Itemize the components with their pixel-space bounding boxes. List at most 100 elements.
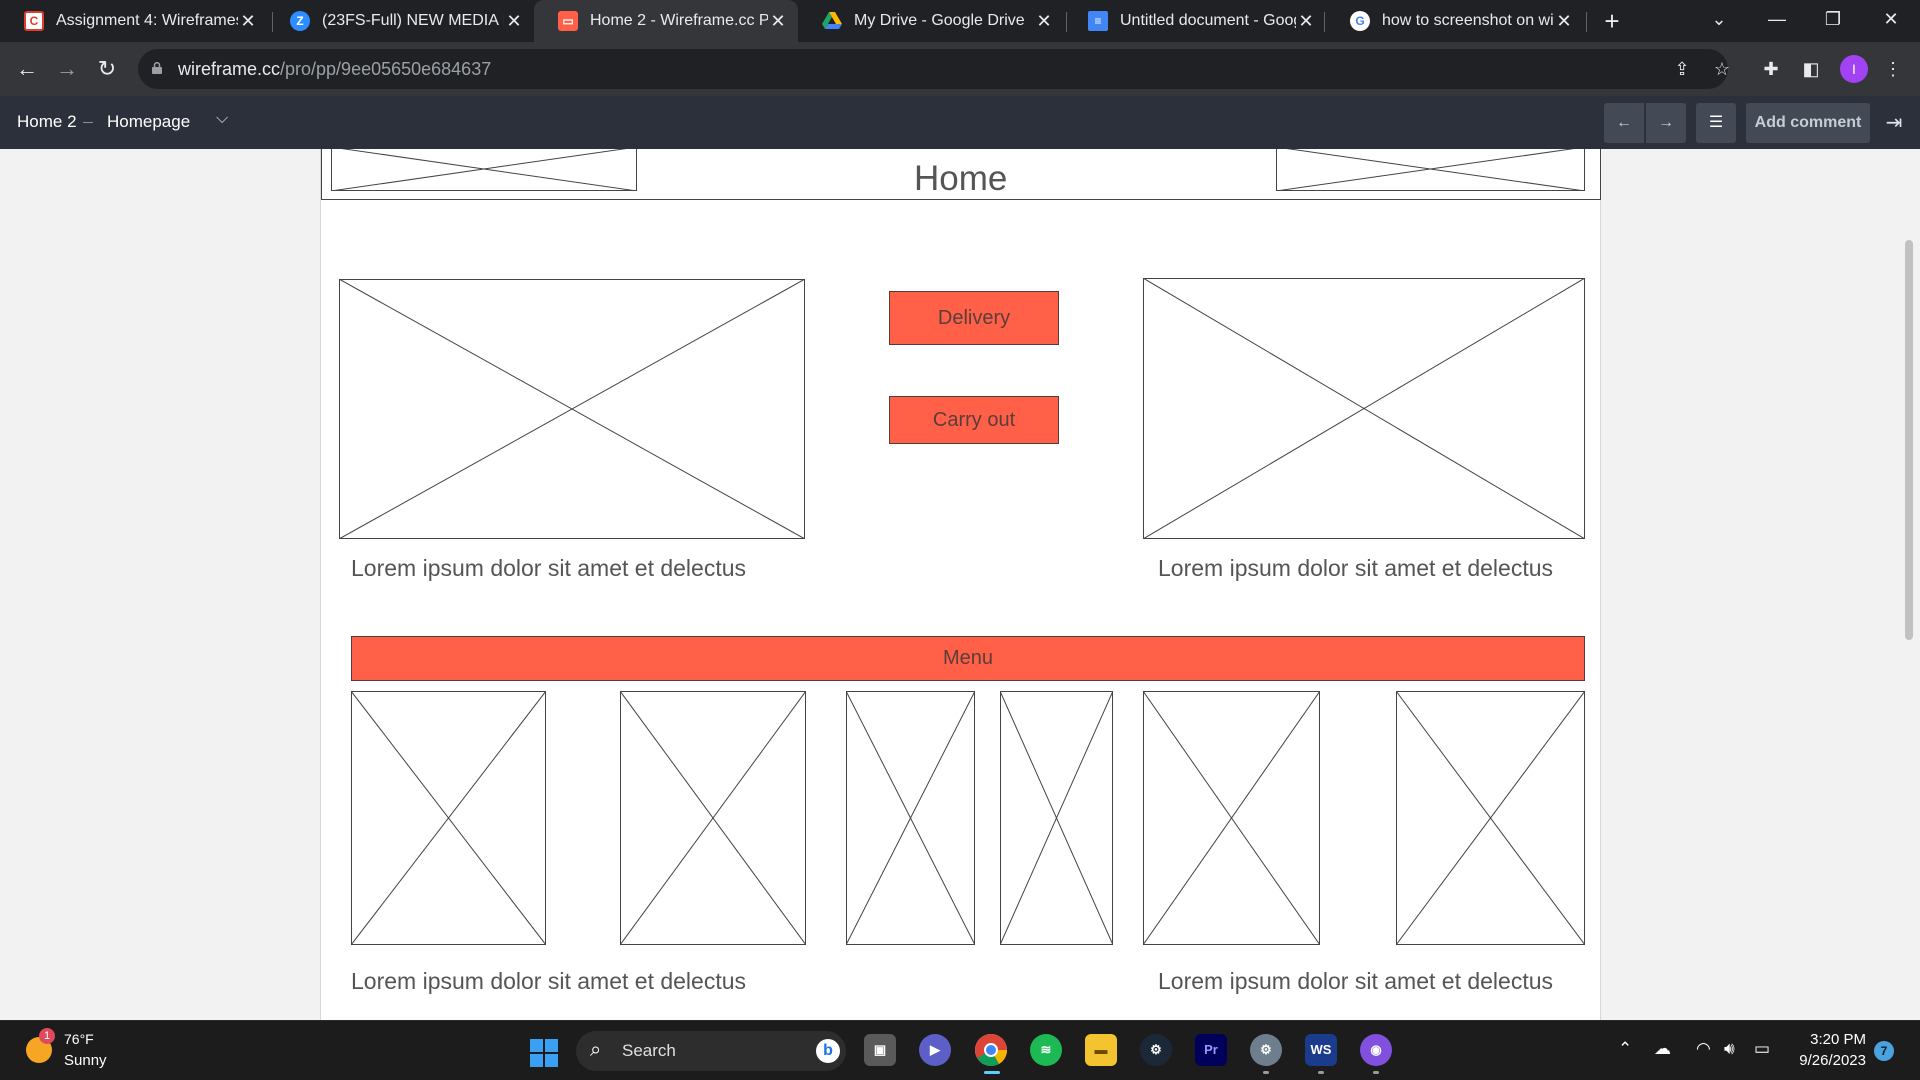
tab-new-media[interactable]: Z (23FS-Full) NEW MEDIA I (0 ✕ <box>266 0 534 42</box>
share-icon[interactable]: ⇪ <box>1670 57 1694 81</box>
tab-divider <box>1586 12 1587 32</box>
clock-date[interactable]: 9/26/2023 <box>1786 1052 1866 1069</box>
previous-page-button[interactable]: ← <box>1604 103 1644 143</box>
running-app-indicator <box>1318 1071 1324 1074</box>
chevron-down-icon[interactable]: ⌵ <box>216 110 228 128</box>
bing-icon[interactable]: b <box>816 1039 840 1063</box>
menu-item-image-placeholder <box>620 691 806 945</box>
wireframe-canvas: Home Delivery Carry out Lorem ipsum dolo… <box>0 149 1920 1020</box>
wireframe-preview-header: Home 2 Homepage ⌵ ← → ☰ Add comment ⇥ <box>0 96 1920 149</box>
close-icon[interactable]: ✕ <box>768 11 788 32</box>
caption-text: Lorem ipsum dolor sit amet et delectus <box>1158 968 1554 994</box>
url-domain: wireframe.cc <box>178 59 281 79</box>
running-app-indicator <box>1373 1071 1379 1074</box>
tab-title: (23FS-Full) NEW MEDIA I (0 <box>322 12 504 29</box>
menu-bar[interactable]: Menu <box>351 636 1585 681</box>
bookmark-star-icon[interactable]: ☆ <box>1710 57 1734 81</box>
tab-search-chevron-icon[interactable]: ⌄ <box>1694 0 1744 42</box>
tab-title: Untitled document - Googl <box>1120 12 1296 29</box>
battery-icon[interactable]: ▭ <box>1754 1039 1770 1059</box>
menu-item-image-placeholder <box>1000 691 1113 945</box>
close-icon[interactable]: ✕ <box>1296 11 1316 32</box>
google-g-icon: G <box>1350 11 1370 31</box>
address-bar[interactable]: wireframe.cc/pro/pp/9ee05650e684637 ⇪ ☆ <box>138 49 1730 89</box>
reload-button[interactable]: ↻ <box>92 54 122 84</box>
side-panel-icon[interactable]: ◧ <box>1798 56 1824 82</box>
page-title: Home <box>914 159 1008 198</box>
search-placeholder: Search <box>622 1041 676 1060</box>
close-window-button[interactable]: ✕ <box>1866 0 1916 42</box>
url-path: /pro/pp/9ee05650e684637 <box>280 59 492 79</box>
menu-item-image-placeholder <box>846 691 975 945</box>
google-docs-icon: ≡ <box>1088 11 1108 31</box>
tab-title: Assignment 4: Wireframes - <box>56 12 238 29</box>
page-name[interactable]: Homepage <box>107 112 190 132</box>
project-name[interactable]: Home 2 <box>17 112 77 132</box>
add-comment-button[interactable]: Add comment <box>1746 103 1870 143</box>
wifi-icon[interactable]: ◠ <box>1696 1039 1711 1059</box>
browser-tab-strip: C Assignment 4: Wireframes - ✕ Z (23FS-F… <box>0 0 1920 42</box>
header-right-image-placeholder <box>1276 149 1585 191</box>
more-menu-icon[interactable]: ⋮ <box>1880 56 1906 82</box>
teams-chat-icon[interactable]: ▶ <box>919 1034 951 1066</box>
breadcrumb-separator <box>83 122 93 123</box>
menu-item-image-placeholder <box>1396 691 1585 945</box>
clock-time[interactable]: 3:20 PM <box>1786 1031 1866 1048</box>
menu-item-image-placeholder <box>351 691 546 945</box>
tab-google-docs[interactable]: ≡ Untitled document - Googl ✕ <box>1064 0 1326 42</box>
running-app-indicator <box>1263 1071 1269 1074</box>
tab-google-search[interactable]: G how to screenshot on wind ✕ <box>1326 0 1584 42</box>
onedrive-icon[interactable]: ☁ <box>1654 1039 1671 1059</box>
page-scrollbar[interactable] <box>1905 240 1913 640</box>
comments-button[interactable]: ☰ <box>1696 103 1736 143</box>
tab-divider <box>1324 12 1325 32</box>
close-icon[interactable]: ✕ <box>1034 11 1054 32</box>
extensions-puzzle-icon[interactable]: ✚ <box>1758 56 1784 82</box>
lock-icon[interactable] <box>152 62 162 74</box>
weather-temperature[interactable]: 76°F <box>64 1031 94 1047</box>
webstorm-icon[interactable]: WS <box>1305 1034 1337 1066</box>
tab-wireframe-preview[interactable]: ▭ Home 2 - Wireframe.cc Prev ✕ <box>534 0 798 42</box>
caption-text: Lorem ipsum dolor sit amet et delectus <box>1158 555 1554 581</box>
tab-assignment-4[interactable]: C Assignment 4: Wireframes - ✕ <box>0 0 268 42</box>
close-icon[interactable]: ✕ <box>504 11 524 32</box>
search-icon: ⌕ <box>590 1039 602 1061</box>
arrow-left-icon: ← <box>1616 114 1632 131</box>
settings-gear-icon[interactable]: ⚙ <box>1250 1034 1282 1066</box>
forward-button[interactable]: → <box>52 54 82 84</box>
back-button[interactable]: ← <box>12 54 42 84</box>
task-view-icon[interactable]: ▣ <box>864 1034 896 1066</box>
url-text[interactable]: wireframe.cc/pro/pp/9ee05650e684637 <box>178 59 491 80</box>
premiere-pro-icon[interactable]: Pr <box>1195 1034 1227 1066</box>
close-icon[interactable]: ✕ <box>238 11 258 32</box>
exit-preview-icon[interactable]: ⇥ <box>1880 110 1908 136</box>
browser-toolbar: ← → ↻ wireframe.cc/pro/pp/9ee05650e68463… <box>0 42 1920 96</box>
screen: C Assignment 4: Wireframes - ✕ Z (23FS-F… <box>0 0 1920 1080</box>
spotify-icon[interactable]: ≋ <box>1030 1034 1062 1066</box>
profile-avatar[interactable]: I <box>1840 55 1868 83</box>
volume-icon[interactable]: 🔊︎ <box>1724 1039 1735 1059</box>
new-tab-button[interactable]: + <box>1596 6 1628 36</box>
hero-right-image-placeholder <box>1143 278 1585 539</box>
tab-title: My Drive - Google Drive <box>854 12 1025 29</box>
chrome-icon[interactable] <box>975 1034 1008 1067</box>
taskbar-search[interactable]: ⌕ Search b <box>576 1031 846 1071</box>
close-icon[interactable]: ✕ <box>1554 11 1574 32</box>
restore-button[interactable]: ❐ <box>1808 0 1858 42</box>
show-hidden-icons-chevron-icon[interactable]: ⌃ <box>1618 1039 1632 1059</box>
caption-text: Lorem ipsum dolor sit amet et delectus <box>351 968 747 994</box>
weather-description[interactable]: Sunny <box>64 1052 107 1069</box>
notification-badge[interactable]: 7 <box>1874 1041 1894 1061</box>
file-explorer-icon[interactable]: ▬ <box>1085 1034 1117 1066</box>
next-page-button[interactable]: → <box>1646 103 1686 143</box>
windows-start-icon[interactable] <box>530 1039 558 1067</box>
active-app-indicator <box>984 1071 1000 1074</box>
canvas-logo-icon: C <box>24 11 44 31</box>
delivery-button[interactable]: Delivery <box>889 291 1059 345</box>
minimize-button[interactable]: — <box>1752 0 1802 42</box>
carry-out-button[interactable]: Carry out <box>889 396 1059 444</box>
google-drive-icon <box>822 11 842 31</box>
github-desktop-icon[interactable]: ◉ <box>1360 1034 1392 1066</box>
tab-google-drive[interactable]: My Drive - Google Drive ✕ <box>798 0 1064 42</box>
steam-icon[interactable]: ⚙ <box>1140 1034 1172 1066</box>
